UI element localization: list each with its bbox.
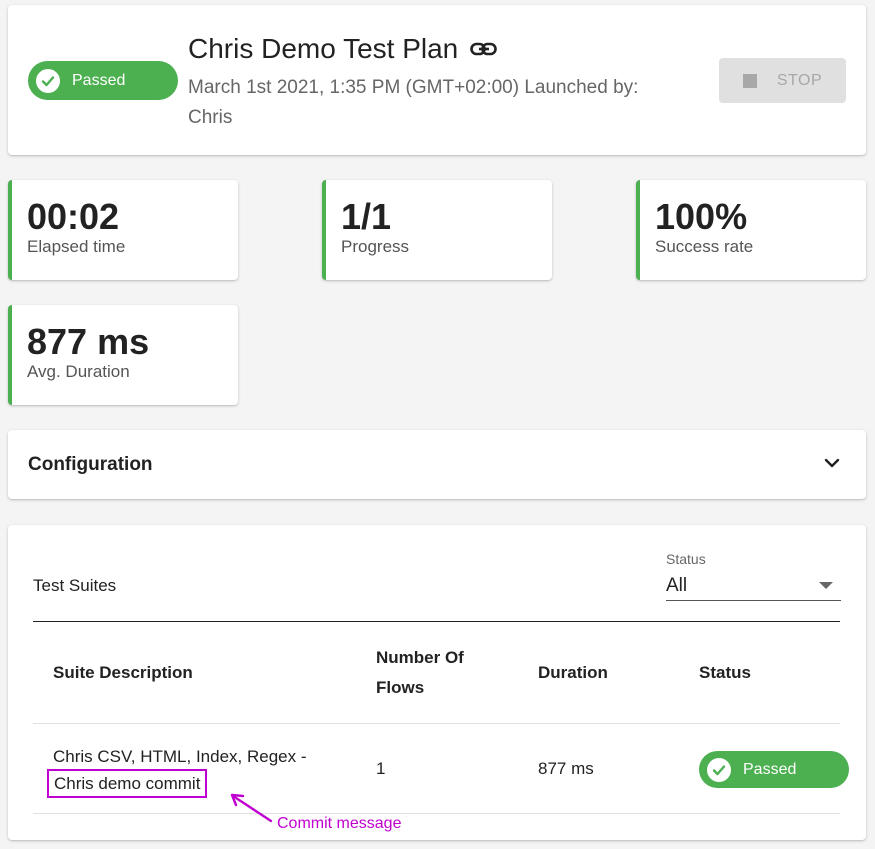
status-filter-label: Status (666, 551, 706, 567)
page-title-text: Chris Demo Test Plan (188, 33, 459, 64)
stat-card-success-rate: 100% Success rate (636, 180, 866, 280)
table-row-divider (33, 813, 840, 814)
column-header-duration: Duration (538, 663, 608, 682)
configuration-title: Configuration (28, 454, 153, 475)
stop-button[interactable]: STOP (719, 58, 846, 103)
commit-message-highlight: Chris demo commit (47, 769, 208, 798)
status-filter-value: All (666, 574, 688, 596)
stat-label: Success rate (655, 237, 754, 256)
status-filter-select[interactable]: All (666, 571, 841, 601)
column-header-status: Status (699, 663, 751, 682)
table-divider (33, 621, 840, 622)
stop-button-label: STOP (776, 71, 823, 89)
stat-value: 1/1 (341, 196, 392, 237)
link-icon[interactable] (470, 41, 498, 57)
page-title: Chris Demo Test Plan (188, 33, 498, 65)
stat-value: 100% (655, 196, 748, 237)
test-suites-title: Test Suites (33, 576, 117, 595)
row-status-badge: Passed (699, 751, 849, 788)
check-icon (36, 68, 60, 93)
stat-label: Avg. Duration (27, 362, 130, 381)
stat-label: Elapsed time (27, 237, 126, 256)
row-status-label: Passed (743, 760, 797, 778)
stat-card-progress: 1/1 Progress (322, 180, 552, 280)
column-header-flows: Number Of Flows (376, 643, 464, 703)
suite-description-text: Chris CSV, HTML, Index, Regex - (53, 747, 307, 766)
annotation-label: Commit message (277, 815, 402, 832)
stat-value: 877 ms (27, 321, 150, 362)
column-header-flows-line1: Number Of (376, 648, 464, 667)
dropdown-arrow-icon (819, 582, 833, 589)
chevron-down-icon[interactable] (824, 456, 840, 474)
status-badge-label: Passed (72, 71, 126, 89)
stat-card-avg-duration: 877 ms Avg. Duration (8, 305, 238, 405)
stat-card-elapsed-time: 00:02 Elapsed time (8, 180, 238, 280)
table-row-divider (33, 723, 840, 724)
configuration-panel[interactable]: Configuration (8, 430, 866, 499)
status-badge: Passed (28, 61, 178, 100)
plan-launch-info: March 1st 2021, 1:35 PM (GMT+02:00) Laun… (188, 77, 639, 128)
check-icon (707, 757, 731, 782)
test-plan-header: Passed Chris Demo Test Plan March 1st 20… (8, 5, 866, 155)
duration-cell: 877 ms (538, 759, 594, 778)
annotation-arrow-icon (230, 793, 273, 823)
commit-message: Chris demo commit (54, 774, 201, 793)
test-suites-panel: Test Suites Status All Suite Description… (8, 525, 866, 840)
column-header-flows-line2: Flows (376, 678, 425, 697)
column-header-description: Suite Description (53, 663, 193, 682)
status-filter[interactable]: Status All (666, 551, 841, 601)
stop-icon (742, 73, 757, 88)
stat-label: Progress (341, 237, 410, 256)
flows-cell: 1 (376, 759, 386, 778)
stat-value: 00:02 (27, 196, 120, 237)
